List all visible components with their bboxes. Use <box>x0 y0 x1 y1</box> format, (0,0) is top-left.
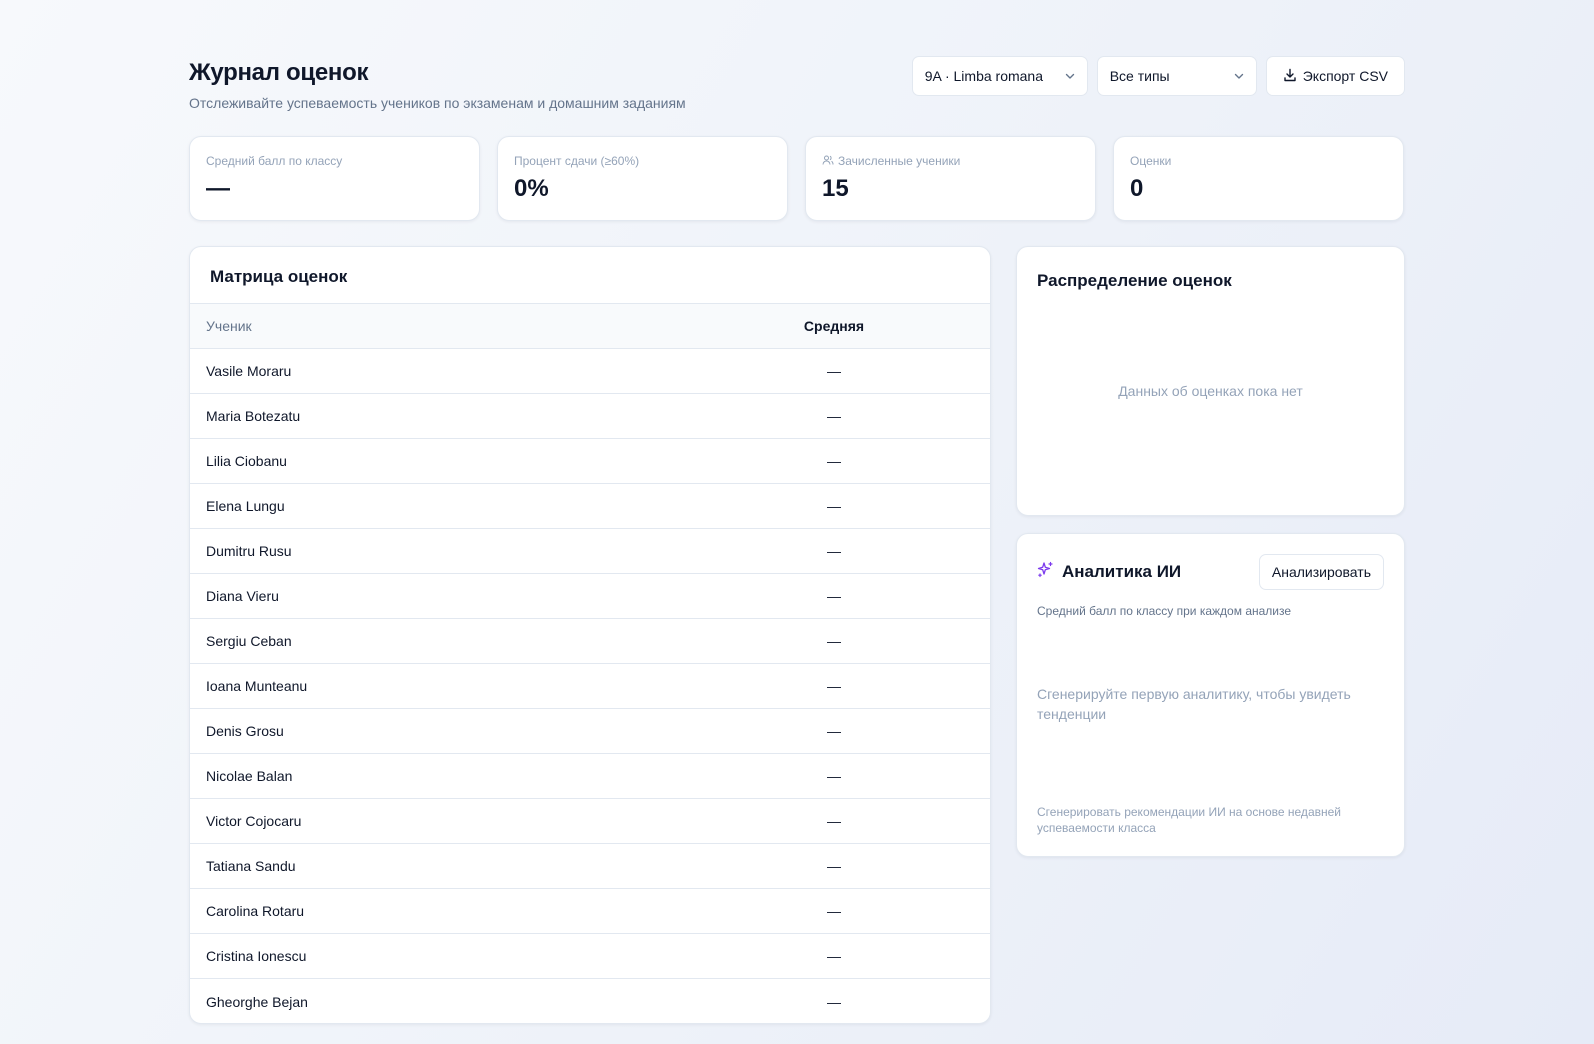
table-row: Elena Lungu — <box>190 484 990 529</box>
type-select[interactable]: Все типы <box>1096 56 1257 96</box>
student-average: — <box>827 993 841 1010</box>
stat-value: 15 <box>822 175 849 202</box>
table-row: Sergiu Ceban — <box>190 619 990 664</box>
stat-pass-rate: Процент сдачи (≥60%) 0% <box>497 136 788 221</box>
table-row: Diana Vieru — <box>190 574 990 619</box>
title-block: Журнал оценок Отслеживайте успеваемость … <box>189 56 686 111</box>
table-body: Vasile Moraru — Maria Botezatu — Lilia Cio… <box>190 349 990 1023</box>
ai-analytics-empty: Сгенерируйте первую аналитику, чтобы уви… <box>1037 686 1351 722</box>
ai-analytics-title: Аналитика ИИ <box>1062 562 1182 581</box>
page-header: Журнал оценок Отслеживайте успеваемость … <box>189 56 1405 136</box>
type-select-value: Все типы <box>1109 68 1170 84</box>
ai-analytics-title-wrap: Аналитика ИИ <box>1037 561 1181 583</box>
student-name: Tatiana Sandu <box>206 858 296 874</box>
table-row: Cristina Ionescu — <box>190 934 990 979</box>
student-average: — <box>827 678 841 694</box>
student-name: Denis Grosu <box>206 723 284 739</box>
student-name: Lilia Ciobanu <box>206 453 287 469</box>
table-row: Gheorghe Bejan — <box>190 979 990 1023</box>
student-average: — <box>827 543 841 559</box>
student-name: Diana Vieru <box>206 588 279 604</box>
column-header-average: Средняя <box>803 318 865 334</box>
stats-row: Средний балл по классу — Процент сдачи (… <box>189 136 1405 221</box>
grade-distribution-empty: Данных об оценках пока нет <box>1118 383 1303 399</box>
grade-distribution-title: Распределение оценок <box>1037 271 1232 290</box>
student-name: Elena Lungu <box>206 498 285 514</box>
student-average: — <box>827 723 841 739</box>
grade-matrix-card: Матрица оценок Ученик Средняя Vasile Mor… <box>189 246 991 1024</box>
ai-analytics-footer: Сгенерировать рекомендации ИИ на основе … <box>1037 805 1341 835</box>
grade-matrix-title: Матрица оценок <box>190 247 990 304</box>
sparkles-icon <box>1037 561 1054 583</box>
student-average: — <box>827 453 841 469</box>
export-csv-button[interactable]: Экспорт CSV <box>1265 56 1405 96</box>
chevron-down-icon <box>1065 71 1075 81</box>
class-select-value: 9A · Limba romana <box>924 68 1044 84</box>
student-average: — <box>827 858 841 874</box>
student-name: Carolina Rotaru <box>206 903 305 919</box>
student-name: Ioana Munteanu <box>206 678 308 694</box>
stat-class-average: Средний балл по классу — <box>189 136 480 221</box>
stat-label: Средний балл по классу <box>206 154 343 168</box>
student-name: Nicolae Balan <box>206 768 293 784</box>
student-name: Dumitru Rusu <box>206 543 292 559</box>
grade-journal-page: Журнал оценок Отслеживайте успеваемость … <box>189 56 1405 1024</box>
table-row: Tatiana Sandu — <box>190 844 990 889</box>
table-row: Denis Grosu — <box>190 709 990 754</box>
table-row: Nicolae Balan — <box>190 754 990 799</box>
chevron-down-icon <box>1234 71 1244 81</box>
stat-label: Процент сдачи (≥60%) <box>514 154 640 168</box>
page-title: Журнал оценок <box>189 59 369 86</box>
student-name: Vasile Moraru <box>206 363 292 379</box>
side-column: Распределение оценок Данных об оценках п… <box>1016 246 1405 1024</box>
student-average: — <box>827 363 841 379</box>
table-row: Maria Botezatu — <box>190 394 990 439</box>
stat-label: Зачисленные ученики <box>838 154 961 168</box>
ai-analytics-header: Аналитика ИИ Анализировать <box>1037 554 1384 590</box>
users-icon <box>822 154 834 169</box>
table-row: Lilia Ciobanu — <box>190 439 990 484</box>
student-average: — <box>827 633 841 649</box>
page-subtitle: Отслеживайте успеваемость учеников по эк… <box>189 95 686 111</box>
student-name: Maria Botezatu <box>206 408 301 424</box>
student-average: — <box>827 813 841 829</box>
student-average: — <box>827 903 841 919</box>
stat-enrolled-students: Зачисленные ученики 15 <box>805 136 1096 221</box>
stat-value: — <box>206 175 230 202</box>
table-row: Vasile Moraru — <box>190 349 990 394</box>
student-average: — <box>827 408 841 424</box>
student-average: — <box>827 498 841 514</box>
grade-distribution-card: Распределение оценок Данных об оценках п… <box>1016 246 1405 516</box>
stat-grades-count: Оценки 0 <box>1113 136 1404 221</box>
download-icon <box>1283 68 1297 85</box>
export-csv-label: Экспорт CSV <box>1302 68 1388 84</box>
table-row: Ioana Munteanu — <box>190 664 990 709</box>
stat-value: 0 <box>1130 175 1144 202</box>
student-average: — <box>827 588 841 604</box>
table-row: Carolina Rotaru — <box>190 889 990 934</box>
table-row: Victor Cojocaru — <box>190 799 990 844</box>
student-name: Sergiu Ceban <box>206 633 292 649</box>
student-name: Cristina Ionescu <box>206 948 307 964</box>
student-average: — <box>827 768 841 784</box>
ai-analytics-card: Аналитика ИИ Анализировать Средний балл … <box>1016 533 1405 857</box>
analyze-button[interactable]: Анализировать <box>1258 554 1384 590</box>
ai-analytics-subtitle: Средний балл по классу при каждом анализ… <box>1037 604 1292 618</box>
header-controls: 9A · Limba romana Все типы Экспорт CSV <box>911 56 1405 96</box>
table-header: Ученик Средняя <box>190 304 990 349</box>
student-average: — <box>827 948 841 964</box>
stat-label: Оценки <box>1130 154 1172 168</box>
main-content: Матрица оценок Ученик Средняя Vasile Mor… <box>189 246 1405 1024</box>
student-name: Victor Cojocaru <box>206 813 302 829</box>
stat-label-wrap: Зачисленные ученики <box>822 153 1079 169</box>
table-row: Dumitru Rusu — <box>190 529 990 574</box>
class-select[interactable]: 9A · Limba romana <box>911 56 1088 96</box>
student-name: Gheorghe Bejan <box>206 993 308 1010</box>
stat-value: 0% <box>514 175 549 202</box>
column-header-student: Ученик <box>206 318 252 334</box>
